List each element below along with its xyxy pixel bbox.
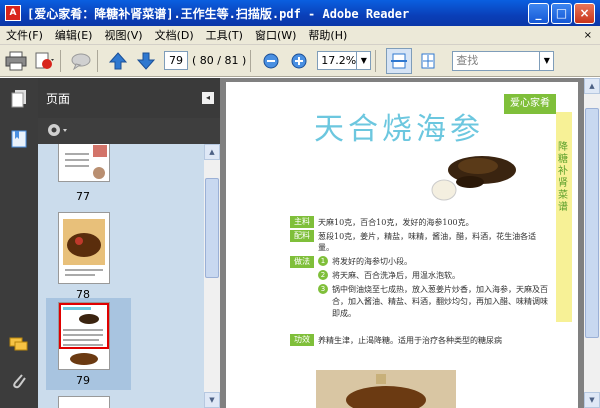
toolbar-separator	[60, 49, 61, 72]
menu-bar: 文件(F) 编辑(E) 视图(V) 文档(D) 工具(T) 窗口(W) 帮助(H…	[0, 26, 600, 45]
document-scrollbar[interactable]: ▲ ▼	[584, 78, 600, 408]
page-thumbnail[interactable]	[58, 144, 110, 182]
maximize-button[interactable]: □	[551, 2, 572, 24]
thumbnail-label: 79	[76, 374, 90, 387]
menu-file[interactable]: 文件(F)	[0, 27, 49, 43]
section-label: 配料	[290, 230, 314, 242]
book-tag: 爱心家肴	[504, 94, 556, 114]
chevron-down-icon[interactable]: ▼	[357, 51, 372, 70]
thumbnail-label: 77	[76, 190, 90, 203]
panel-options	[38, 118, 220, 144]
fit-width-icon[interactable]	[386, 47, 413, 74]
menu-edit[interactable]: 编辑(E)	[49, 27, 99, 43]
document-page[interactable]: 爱心家肴 天合烧海参 降糖补肾菜谱 主料 天麻10克，百合10克，发好的海参10…	[226, 82, 578, 408]
page-count: ( 80 / 81 )	[192, 54, 247, 67]
window-title: [爱心家肴：降糖补肾菜谱].王作生等.扫描版.pdf - Adobe Reade…	[27, 6, 410, 21]
section-label: 主料	[290, 216, 314, 228]
toolbar-separator	[375, 49, 377, 72]
scrollbar-thumb[interactable]	[585, 108, 599, 338]
thumbnail-scrollbar[interactable]: ▲ ▼	[204, 144, 220, 408]
comments-icon[interactable]	[8, 334, 30, 356]
section-label: 功效	[290, 334, 314, 346]
previous-page-icon[interactable]	[106, 49, 130, 73]
gear-icon[interactable]	[46, 122, 70, 141]
menu-close-icon[interactable]: ×	[584, 30, 592, 41]
menu-view[interactable]: 视图(V)	[98, 27, 148, 43]
scroll-up-icon[interactable]: ▲	[584, 78, 600, 94]
toolbar-separator	[97, 49, 98, 72]
section-text: 葱段10克，姜片，精盐，味精，酱油，醋，料酒，花生油各适量。	[318, 232, 537, 252]
menu-window[interactable]: 窗口(W)	[249, 27, 302, 43]
collapse-panel-icon[interactable]: ◂	[202, 92, 214, 104]
pages-panel: 页面 ◂ 77 78 79 ▲ ▼	[38, 78, 220, 408]
step-text: 锅中倒油烧至七成热，放入葱姜片炒香，加入海参，天麻及百合，加入酱油、精盐、料酒，…	[332, 285, 548, 318]
panel-header: 页面 ◂	[38, 78, 220, 118]
scroll-down-icon[interactable]: ▼	[204, 392, 220, 408]
step-number: 3	[318, 284, 328, 294]
scroll-up-icon[interactable]: ▲	[204, 144, 220, 160]
step-number: 1	[318, 256, 328, 266]
toolbar-separator	[250, 49, 252, 72]
close-button[interactable]: ×	[574, 2, 595, 24]
panel-title: 页面	[46, 91, 71, 106]
zoom-in-icon[interactable]	[287, 49, 311, 73]
menu-document[interactable]: 文档(D)	[149, 27, 200, 43]
pages-icon[interactable]	[8, 88, 30, 110]
zoom-out-icon[interactable]	[259, 49, 283, 73]
page-thumbnail-selected[interactable]	[58, 302, 110, 370]
toolbar: 79 ( 80 / 81 ) 17.2% ▼ 查找 ▼	[0, 45, 600, 77]
scroll-down-icon[interactable]: ▼	[584, 392, 600, 408]
bottom-photo	[316, 370, 456, 408]
scrollbar-thumb[interactable]	[205, 178, 219, 278]
menu-tools[interactable]: 工具(T)	[200, 27, 249, 43]
page-thumbnail[interactable]	[58, 396, 110, 408]
comment-icon[interactable]	[69, 49, 93, 73]
fit-page-icon[interactable]	[416, 49, 440, 73]
next-page-icon[interactable]	[134, 49, 158, 73]
page-number-input[interactable]: 79	[164, 51, 188, 70]
menu-help[interactable]: 帮助(H)	[302, 27, 353, 43]
side-text: 降糖补肾菜谱	[558, 142, 568, 213]
page-thumbnail[interactable]	[58, 212, 110, 284]
recipe-title: 天合烧海参	[314, 112, 484, 147]
thumbnail-list: 77 78 79	[38, 144, 204, 408]
section-label: 做法	[290, 256, 314, 268]
bookmarks-icon[interactable]	[8, 128, 30, 150]
title-bar: A [爱心家肴：降糖补肾菜谱].王作生等.扫描版.pdf - Adobe Rea…	[0, 0, 600, 26]
document-area: 爱心家肴 天合烧海参 降糖补肾菜谱 主料 天麻10克，百合10克，发好的海参10…	[220, 78, 600, 408]
attachments-icon[interactable]	[8, 370, 30, 392]
search-input[interactable]: 查找	[452, 50, 541, 71]
section-text: 养精生津，止渴降糖。适用于治疗各种类型的糖尿病	[318, 336, 502, 345]
adobe-reader-icon: A	[5, 5, 21, 21]
zoom-level-input[interactable]: 17.2%	[317, 51, 358, 70]
step-text: 将天麻、百合洗净后，用温水泡软。	[332, 271, 460, 280]
dish-photo	[422, 148, 522, 204]
create-pdf-icon[interactable]	[32, 49, 56, 73]
chevron-down-icon[interactable]: ▼	[540, 50, 555, 71]
section-text: 天麻10克，百合10克，发好的海参100克。	[318, 218, 474, 227]
step-number: 2	[318, 270, 328, 280]
step-text: 将发好的海参切小段。	[332, 257, 412, 266]
navigation-strip	[0, 78, 38, 408]
printer-icon[interactable]	[4, 49, 28, 73]
minimize-button[interactable]: _	[528, 2, 549, 24]
